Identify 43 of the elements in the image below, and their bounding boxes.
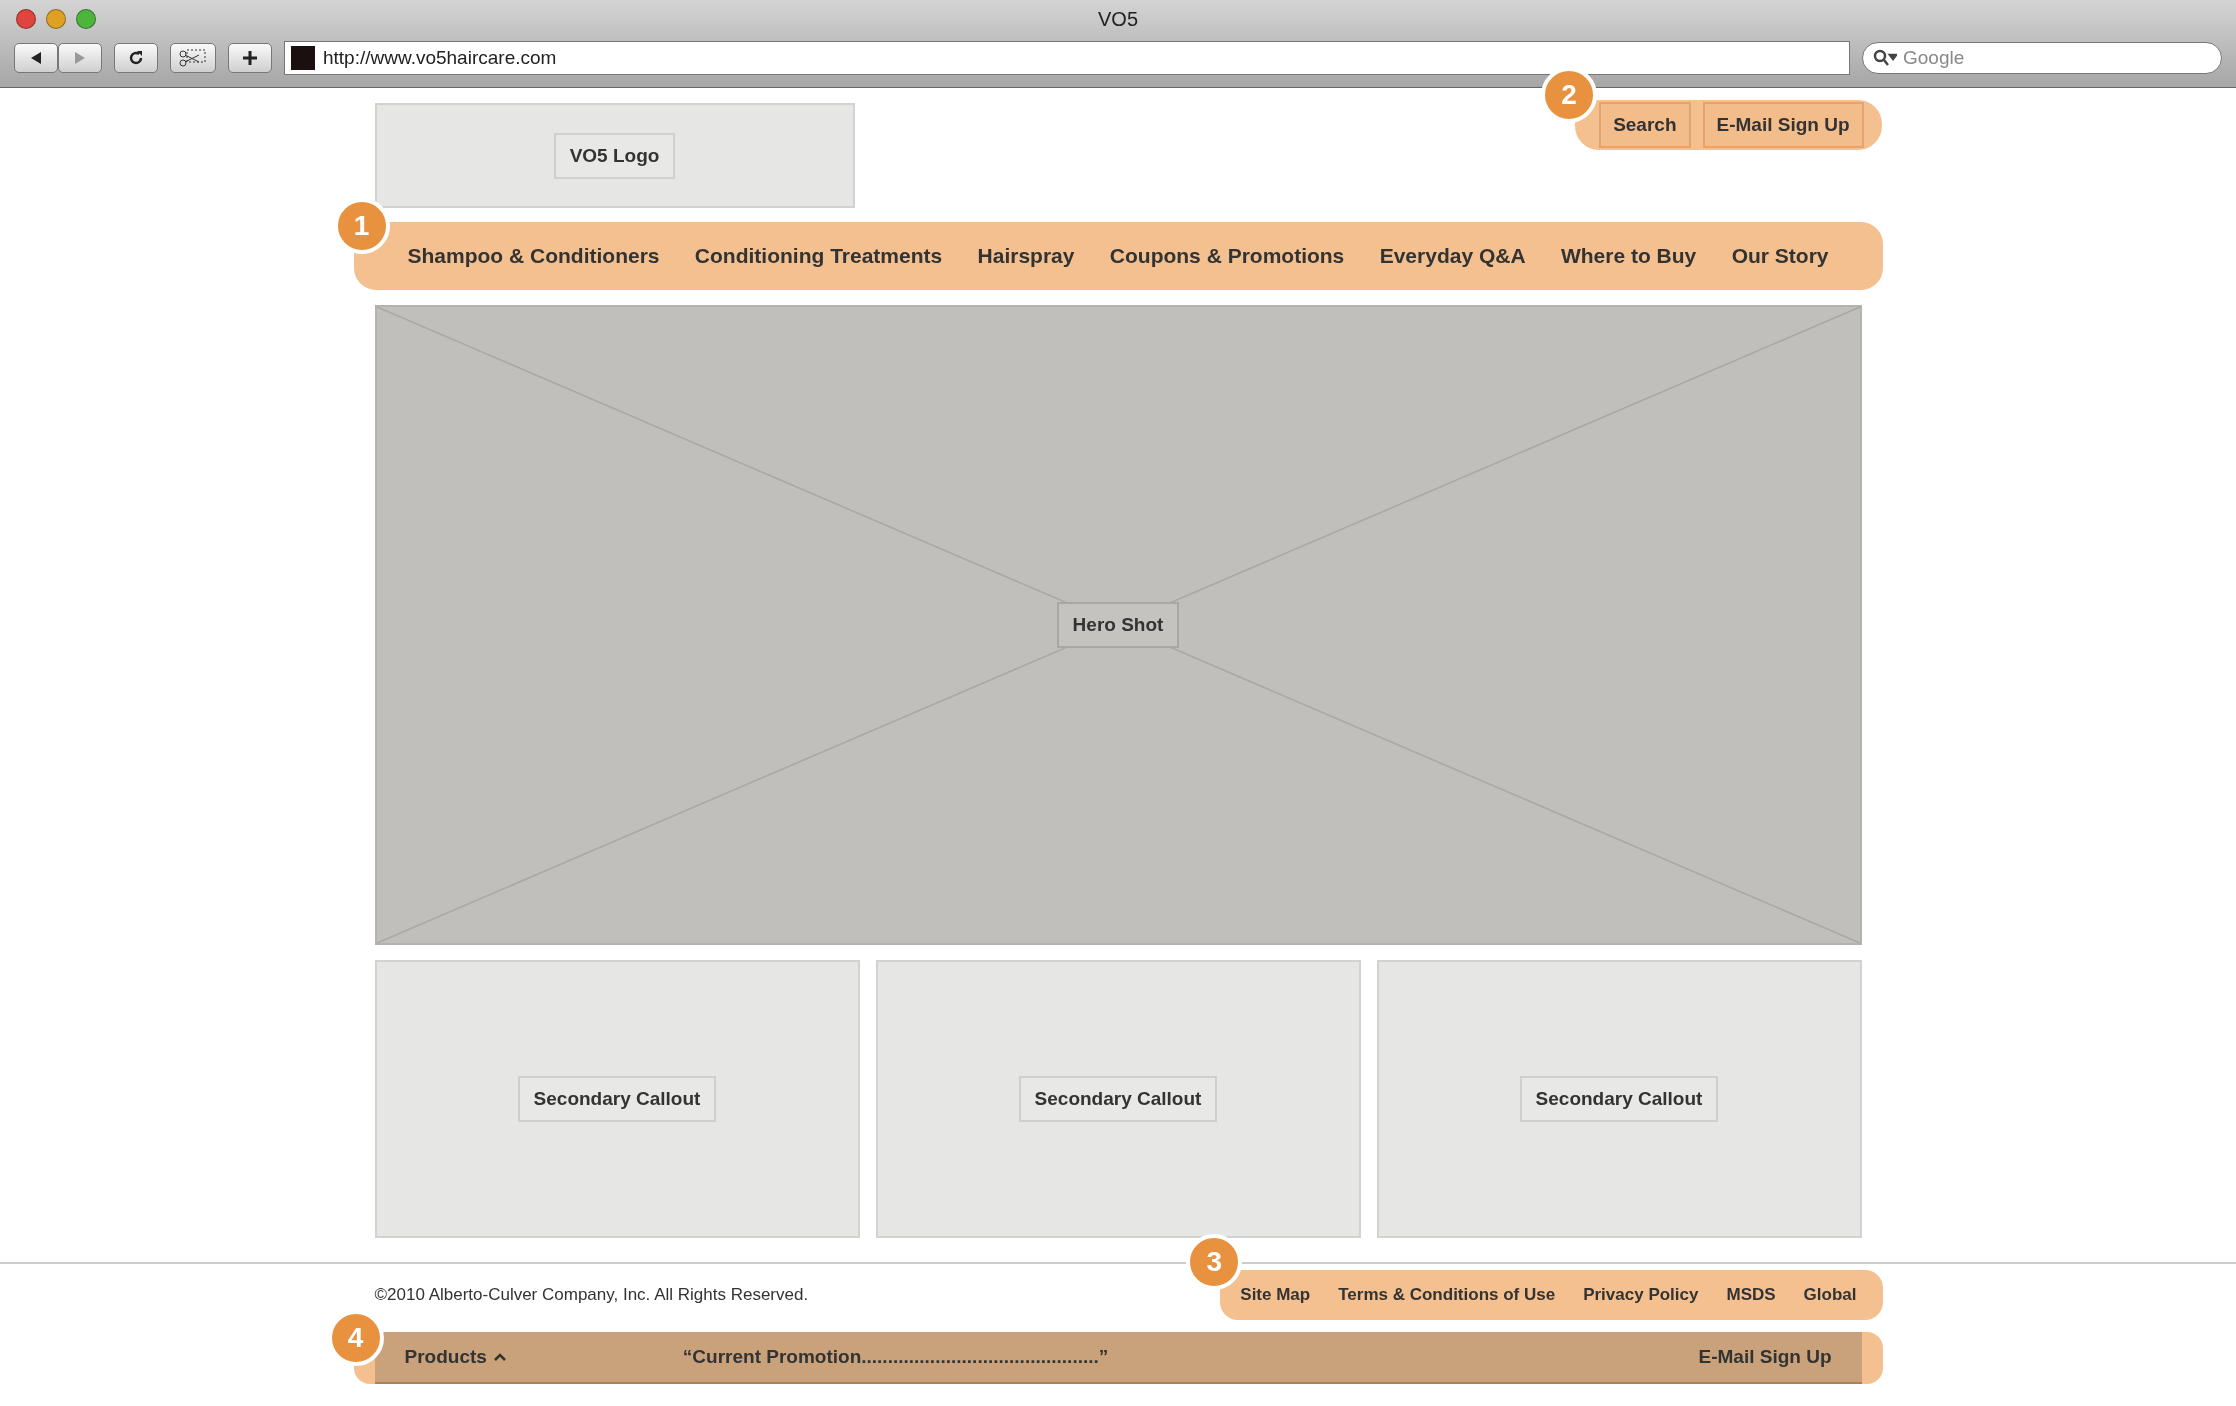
add-button[interactable]: [228, 43, 272, 73]
forward-button[interactable]: [58, 43, 102, 73]
forward-icon: [73, 51, 87, 65]
placeholder-label: Secondary Callout: [1519, 1076, 1719, 1122]
copyright-text: ©2010 Alberto-Culver Company, Inc. All Rights Reserved.: [374, 1285, 809, 1305]
scissors-icon: [179, 48, 207, 68]
footer-link[interactable]: Terms & Conditions of Use: [1338, 1285, 1556, 1305]
products-link[interactable]: Products: [404, 1346, 507, 1368]
utility-button[interactable]: E-Mail Sign Up: [1702, 102, 1864, 148]
annotation-badge: 3: [1186, 1234, 1243, 1290]
zoom-button[interactable]: [76, 9, 96, 29]
placeholder-label: Secondary Callout: [517, 1076, 717, 1122]
snip-button[interactable]: [170, 43, 216, 73]
back-button[interactable]: [14, 43, 58, 73]
nav-link[interactable]: Everyday Q&A: [1379, 244, 1526, 268]
footer-link[interactable]: Privacy Policy: [1583, 1285, 1699, 1305]
back-icon: [29, 51, 43, 65]
footer-link[interactable]: MSDS: [1726, 1285, 1776, 1305]
placeholder-label: Secondary Callout: [1018, 1076, 1218, 1122]
placeholder-label: Hero Shot: [1056, 602, 1180, 648]
favicon-icon: [291, 46, 315, 70]
utility-button[interactable]: Search: [1599, 102, 1691, 148]
placeholder-label: VO5 Logo: [553, 132, 676, 179]
window-title: VO5: [1098, 7, 1138, 31]
nav-link[interactable]: Our Story: [1731, 244, 1829, 268]
promotion-text: “Current Promotion.............................................”: [682, 1346, 1110, 1368]
address-field[interactable]: http://www.vo5haircare.com: [284, 41, 1850, 75]
nav-link[interactable]: Coupons & Promotions: [1109, 244, 1345, 268]
footer-link[interactable]: Global: [1803, 1285, 1857, 1305]
nav-link[interactable]: Shampoo & Conditioners: [407, 244, 660, 268]
minimize-button[interactable]: [46, 9, 66, 29]
search-icon: [1873, 49, 1897, 67]
plus-icon: [241, 49, 259, 67]
nav-link[interactable]: Hairspray: [977, 244, 1075, 268]
nav-link[interactable]: Where to Buy: [1560, 244, 1697, 268]
reload-icon: [127, 49, 145, 67]
reload-button[interactable]: [114, 43, 158, 73]
nav-link[interactable]: Conditioning Treatments: [694, 244, 943, 268]
footer-link[interactable]: Site Map: [1240, 1285, 1311, 1305]
close-button[interactable]: [16, 9, 36, 29]
signup-link[interactable]: E-Mail Sign Up: [1698, 1346, 1832, 1368]
caret-icon: [492, 1352, 507, 1362]
search-field[interactable]: Google: [1862, 42, 2222, 74]
